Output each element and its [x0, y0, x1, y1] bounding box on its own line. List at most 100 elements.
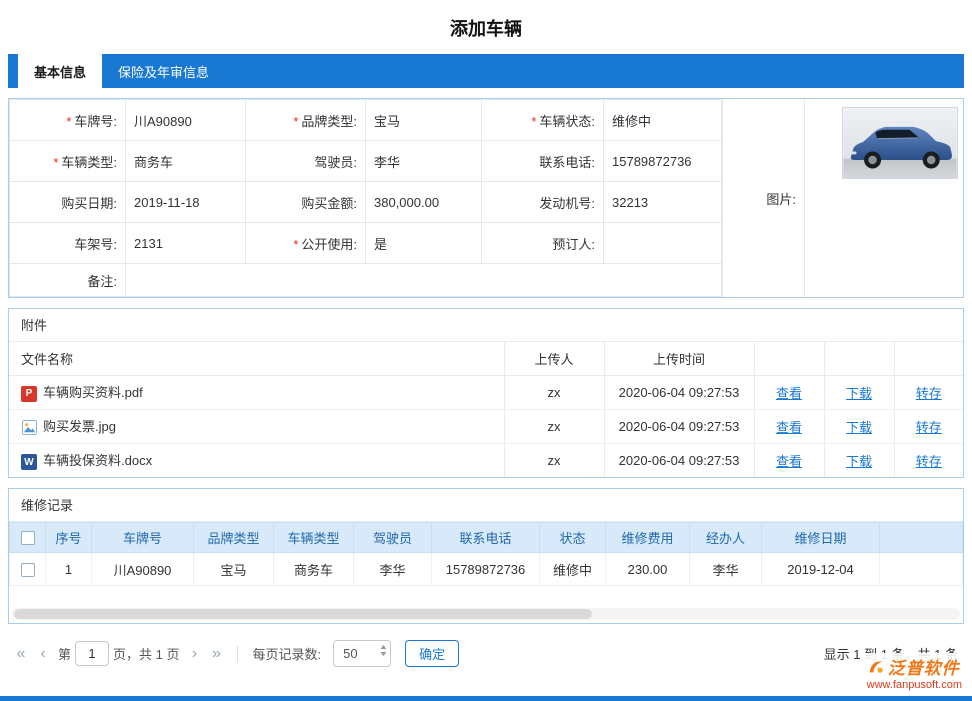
col-header-handler: 经办人: [690, 523, 762, 553]
view-link[interactable]: 查看: [776, 386, 802, 401]
image-label-col: 图片:: [722, 99, 804, 297]
maintenance-section: 维修记录 序号 车牌号 品牌类型 车辆类型 驾驶员 联系电话 状态 维修费用 经…: [8, 488, 964, 624]
public-use-field[interactable]: 是: [366, 223, 482, 264]
col-header-cost: 维修费用: [606, 523, 690, 553]
stepper-up-icon[interactable]: ▲: [379, 644, 389, 651]
scrollbar-thumb[interactable]: [14, 609, 592, 619]
plate-number-label-text: 车牌号:: [74, 114, 117, 129]
select-all-checkbox[interactable]: [21, 531, 35, 545]
contact-phone-label-text: 联系电话:: [539, 155, 595, 170]
horizontal-scrollbar[interactable]: [12, 608, 960, 620]
required-marker: *: [531, 114, 536, 129]
download-link[interactable]: 下载: [846, 420, 872, 435]
col-header-seq: 序号: [46, 523, 92, 553]
page-total-text: 页，共 1 页: [113, 644, 179, 663]
driver-field[interactable]: 李华: [366, 141, 482, 182]
required-marker: *: [293, 237, 298, 252]
frame-number-label-text: 车架号:: [74, 237, 117, 252]
page-title: 添加车辆: [0, 0, 972, 54]
vehicle-status-field[interactable]: 维修中: [604, 100, 722, 141]
file-name: 车辆投保资料.docx: [43, 453, 152, 468]
vehicle-type-cell: 商务车: [274, 553, 354, 586]
plate-cell: 川A90890: [92, 553, 194, 586]
col-header-date: 维修日期: [762, 523, 880, 553]
col-header-uploader: 上传人: [504, 342, 604, 375]
first-page-icon[interactable]: «: [10, 645, 32, 663]
view-link[interactable]: 查看: [776, 420, 802, 435]
pagination-divider: [237, 646, 238, 662]
engine-number-field[interactable]: 32213: [604, 182, 722, 223]
file-name-cell: W 车辆投保资料.docx: [9, 443, 504, 477]
col-header-vehicle-type: 车辆类型: [274, 523, 354, 553]
attachment-row: 购买发票.jpg zx 2020-06-04 09:27:53 查看 下载 转存: [9, 409, 963, 443]
purchase-amount-field[interactable]: 380,000.00: [366, 182, 482, 223]
brand-type-label-text: 品牌类型:: [301, 114, 357, 129]
phone-cell: 15789872736: [432, 553, 540, 586]
driver-label-text: 驾驶员:: [314, 155, 357, 170]
last-page-icon[interactable]: »: [205, 645, 227, 663]
per-page-select[interactable]: 50 ▲ ▼: [333, 640, 391, 667]
public-use-label-text: 公开使用:: [301, 237, 357, 252]
per-page-stepper: ▲ ▼: [380, 644, 387, 658]
contact-phone-label: 联系电话:: [482, 141, 604, 182]
transfer-link[interactable]: 转存: [916, 420, 942, 435]
frame-number-field[interactable]: 2131: [126, 223, 246, 264]
upload-time-cell: 2020-06-04 09:27:53: [604, 443, 754, 477]
vehicle-form-table: *车牌号: 川A90890 *品牌类型: 宝马 *车辆状态: 维修中 *车辆类型…: [9, 99, 722, 297]
download-link[interactable]: 下载: [846, 454, 872, 469]
tab-basic-info[interactable]: 基本信息: [18, 54, 102, 88]
transfer-link[interactable]: 转存: [916, 454, 942, 469]
maintenance-title: 维修记录: [9, 489, 963, 522]
download-link[interactable]: 下载: [846, 386, 872, 401]
purchase-date-field[interactable]: 2019-11-18: [126, 182, 246, 223]
tab-insurance-annual-info[interactable]: 保险及年审信息: [102, 54, 225, 88]
col-header-status: 状态: [540, 523, 606, 553]
image-panel: 图片:: [722, 99, 963, 297]
brand-type-field[interactable]: 宝马: [366, 100, 482, 141]
add-vehicle-page: 添加车辆 基本信息 保险及年审信息 *车牌号: 川A90890 *品牌类型: 宝…: [0, 0, 972, 667]
per-page-label: 每页记录数:: [252, 644, 321, 663]
attachment-row: P车辆购买资料.pdf zx 2020-06-04 09:27:53 查看 下载…: [9, 375, 963, 409]
confirm-button[interactable]: 确定: [405, 640, 459, 667]
remark-field[interactable]: [126, 264, 722, 297]
reserved-person-field[interactable]: [604, 223, 722, 264]
vehicle-type-label: *车辆类型:: [10, 141, 126, 182]
word-file-icon: W: [21, 454, 37, 470]
uploader-cell: zx: [504, 409, 604, 443]
view-link[interactable]: 查看: [776, 454, 802, 469]
maintenance-table: 序号 车牌号 品牌类型 车辆类型 驾驶员 联系电话 状态 维修费用 经办人 维修…: [9, 522, 963, 586]
page-word: 第: [58, 644, 71, 663]
cost-cell: 230.00: [606, 553, 690, 586]
page-number-input[interactable]: [75, 641, 109, 666]
upload-time-cell: 2020-06-04 09:27:53: [604, 409, 754, 443]
prev-page-icon[interactable]: ‹: [32, 645, 54, 663]
contact-phone-field[interactable]: 15789872736: [604, 141, 722, 182]
next-page-icon[interactable]: ›: [183, 645, 205, 663]
reserved-person-label-text: 预订人:: [552, 237, 595, 252]
image-content: [804, 99, 963, 297]
stepper-down-icon[interactable]: ▼: [379, 651, 389, 658]
pagination-bar: « ‹ 第 页，共 1 页 › » 每页记录数: 50 ▲ ▼ 确定 显示 1 …: [10, 640, 962, 667]
row-select-cell: [10, 553, 46, 586]
col-header-action-2: [824, 342, 894, 375]
col-header-filename: 文件名称: [9, 342, 504, 375]
plate-number-label: *车牌号:: [10, 100, 126, 141]
purchase-date-label-text: 购买日期:: [61, 196, 117, 211]
row-checkbox[interactable]: [21, 563, 35, 577]
watermark-name: 泛普软件: [888, 654, 960, 679]
file-name-cell: P车辆购买资料.pdf: [9, 375, 504, 409]
required-marker: *: [53, 155, 58, 170]
reserved-person-label: 预订人:: [482, 223, 604, 264]
file-name: 购买发票.jpg: [43, 419, 116, 434]
image-label: 图片:: [766, 189, 796, 208]
vehicle-type-field[interactable]: 商务车: [126, 141, 246, 182]
transfer-link[interactable]: 转存: [916, 386, 942, 401]
vehicle-photo[interactable]: [842, 107, 958, 179]
file-name-cell: 购买发票.jpg: [9, 409, 504, 443]
public-use-label: *公开使用:: [246, 223, 366, 264]
engine-number-label: 发动机号:: [482, 182, 604, 223]
attachments-section: 附件 文件名称 上传人 上传时间 P车辆购买资料.pdf zx 2020-06-…: [8, 308, 964, 478]
plate-number-field[interactable]: 川A90890: [126, 100, 246, 141]
bottom-bar: [0, 696, 972, 701]
col-header-plate: 车牌号: [92, 523, 194, 553]
